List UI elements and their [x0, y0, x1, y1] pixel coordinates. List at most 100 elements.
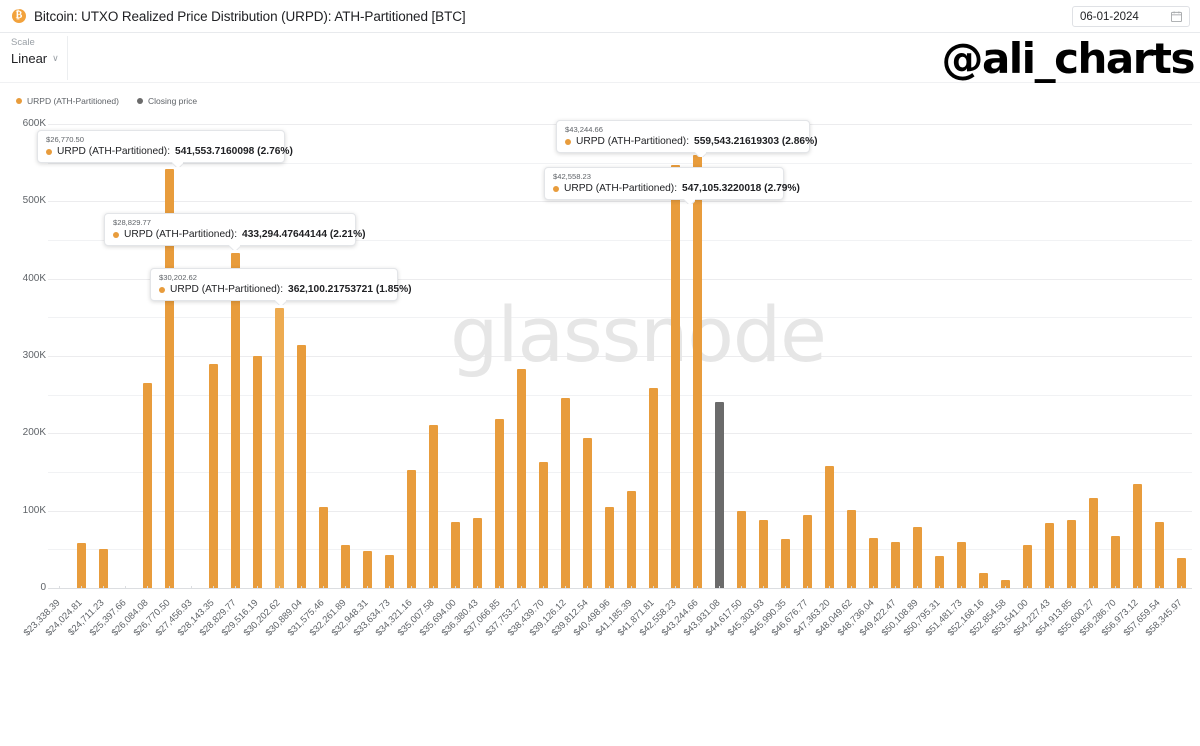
x-axis-tick-mark — [609, 586, 610, 589]
bar[interactable] — [208, 363, 218, 588]
bar[interactable] — [758, 519, 768, 588]
bar[interactable] — [1066, 519, 1076, 588]
legend-item-closing-price[interactable]: Closing price — [136, 96, 197, 106]
bar[interactable] — [868, 537, 878, 588]
bar[interactable] — [318, 506, 328, 588]
bar[interactable] — [494, 418, 504, 588]
tooltip-series-value: 541,553.7160098 (2.76%) — [175, 146, 293, 157]
x-axis-tick-mark — [829, 586, 830, 589]
x-axis-tick-mark — [213, 586, 214, 589]
bar[interactable] — [1088, 498, 1098, 588]
x-axis-tick-mark — [543, 586, 544, 589]
x-axis-tick-mark — [279, 586, 280, 589]
bar[interactable] — [340, 544, 350, 588]
bar[interactable] — [736, 510, 746, 588]
x-axis-tick-mark — [565, 586, 566, 589]
bar[interactable] — [252, 356, 262, 588]
bar[interactable] — [824, 465, 834, 588]
tooltip-pointer — [695, 151, 706, 157]
legend-item-urpd[interactable]: URPD (ATH-Partitioned) — [16, 96, 119, 106]
data-tooltip: $26,770.50 URPD (ATH-Partitioned): 541,553… — [37, 130, 293, 163]
x-axis-tick-mark — [763, 586, 764, 589]
legend-label-urpd: URPD (ATH-Partitioned) — [27, 96, 119, 106]
scale-label: Scale — [11, 37, 35, 48]
x-axis-tick-mark — [1071, 586, 1072, 589]
tooltip-pointer — [684, 198, 695, 204]
bar[interactable] — [1022, 545, 1032, 588]
bar[interactable] — [1154, 521, 1164, 588]
bar[interactable] — [296, 345, 306, 588]
calendar-icon — [1171, 11, 1182, 22]
bar[interactable] — [450, 522, 460, 588]
x-axis-tick-mark — [697, 586, 698, 589]
x-axis-tick-mark — [499, 586, 500, 589]
bar[interactable] — [648, 388, 658, 588]
bar[interactable] — [670, 164, 680, 588]
chevron-down-icon[interactable]: ∨ — [52, 54, 59, 63]
x-axis-tick-mark — [367, 586, 368, 589]
data-tooltip: $43,244.66 URPD (ATH-Partitioned): 559,543… — [556, 120, 818, 153]
bar[interactable] — [472, 518, 482, 588]
bar[interactable] — [780, 538, 790, 588]
y-axis-tick-label: 200K — [22, 427, 46, 439]
bar[interactable] — [384, 554, 394, 588]
bar[interactable] — [1176, 557, 1186, 588]
x-axis-tick-mark — [81, 586, 82, 589]
bar[interactable] — [76, 543, 86, 588]
x-axis-tick-mark — [59, 586, 60, 589]
bar[interactable] — [560, 397, 570, 588]
bar[interactable] — [538, 461, 548, 588]
tooltip-pointer — [172, 161, 183, 167]
bar[interactable] — [912, 526, 922, 588]
x-axis-tick-mark — [389, 586, 390, 589]
bar[interactable] — [406, 469, 416, 588]
bar[interactable] — [1044, 523, 1054, 588]
x-axis-tick-mark — [675, 586, 676, 589]
bar[interactable] — [802, 514, 812, 588]
tooltip-series-dot — [553, 185, 559, 192]
tooltip-series-label: URPD (ATH-Partitioned): — [57, 146, 171, 157]
bar[interactable] — [604, 506, 614, 588]
bar[interactable] — [934, 556, 944, 588]
x-axis-line — [48, 588, 1192, 589]
x-axis-tick-mark — [301, 586, 302, 589]
data-tooltip: $28,829.77 URPD (ATH-Partitioned): 433,294… — [104, 213, 366, 246]
x-axis-tick-mark — [1181, 586, 1182, 589]
bar[interactable] — [692, 155, 702, 588]
tooltip-series-dot — [46, 148, 52, 155]
tooltip-series-dot — [565, 138, 571, 145]
x-axis-tick-mark — [1005, 586, 1006, 589]
bar[interactable] — [714, 401, 724, 588]
y-axis-tick-label: 100K — [22, 504, 46, 516]
x-axis-tick-mark — [631, 586, 632, 589]
bar[interactable] — [1110, 536, 1120, 588]
x-axis-tick-mark — [169, 586, 170, 589]
x-axis-tick-mark — [125, 586, 126, 589]
bar[interactable] — [230, 252, 240, 588]
bar[interactable] — [1132, 484, 1142, 588]
bar[interactable] — [846, 509, 856, 588]
bar[interactable] — [98, 549, 108, 588]
tooltip-series-value: 433,294.47644144 (2.21%) — [242, 229, 366, 240]
date-picker[interactable]: 06-01-2024 — [1072, 6, 1190, 27]
x-axis-tick-mark — [1049, 586, 1050, 589]
bar[interactable] — [274, 307, 284, 588]
scale-selector[interactable]: Scale Linear ∨ — [11, 36, 68, 80]
y-axis-tick-label: 600K — [22, 118, 46, 129]
bar[interactable] — [428, 424, 438, 588]
x-axis-tick-mark — [1159, 586, 1160, 589]
x-axis-tick-mark — [1115, 586, 1116, 589]
bar[interactable] — [516, 369, 526, 588]
date-picker-value: 06-01-2024 — [1080, 10, 1139, 23]
bar[interactable] — [582, 437, 592, 588]
bar[interactable] — [956, 542, 966, 588]
x-axis-tick-mark — [785, 586, 786, 589]
bar[interactable] — [362, 550, 372, 588]
tooltip-bucket-price: $28,829.77 — [113, 218, 152, 227]
author-handle-watermark: @ali_charts — [941, 34, 1195, 83]
bar[interactable] — [142, 383, 152, 588]
x-axis-tick-mark — [851, 586, 852, 589]
tooltip-series-value: 362,100.21753721 (1.85%) — [288, 284, 412, 295]
bar[interactable] — [890, 542, 900, 588]
bar[interactable] — [626, 490, 636, 588]
